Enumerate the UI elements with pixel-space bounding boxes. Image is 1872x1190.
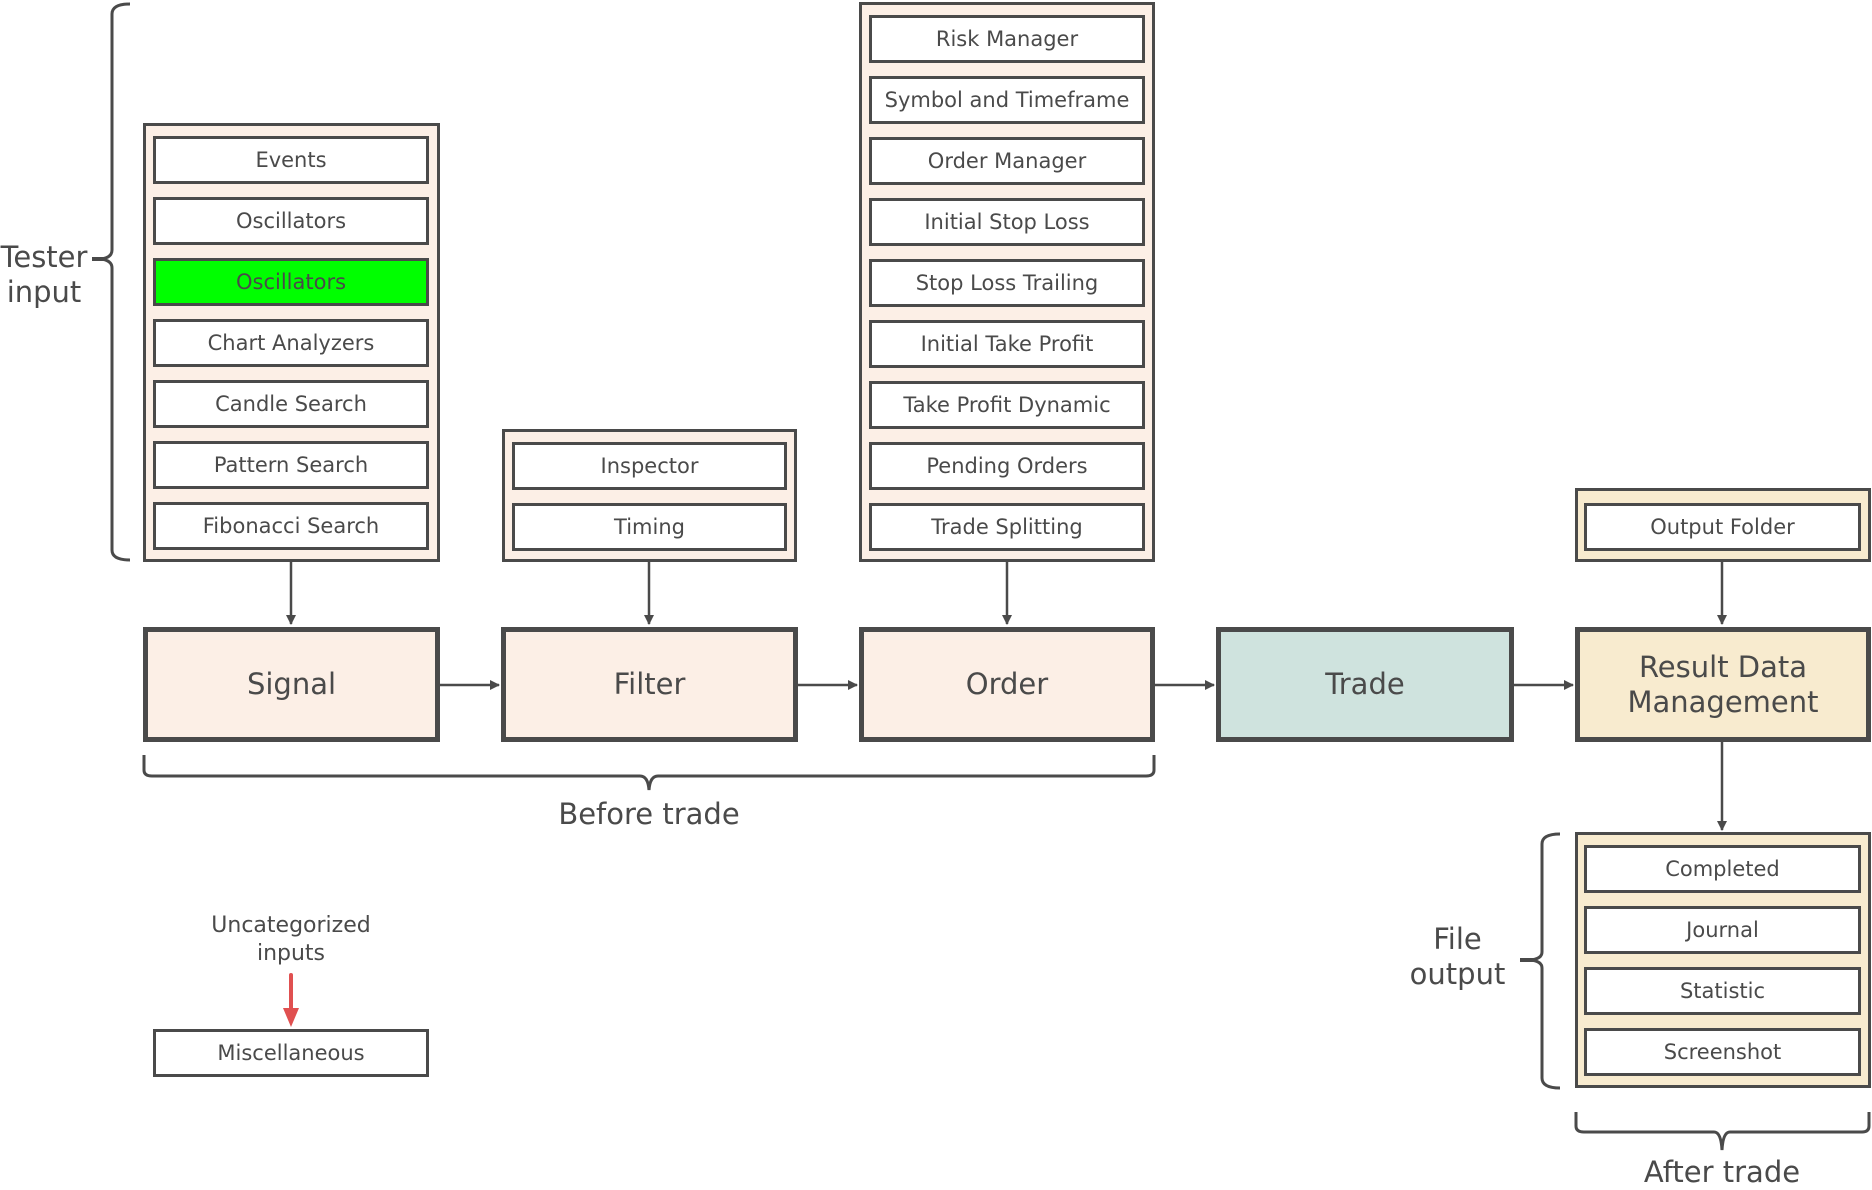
miscellaneous-box[interactable]: Miscellaneous — [153, 1029, 429, 1077]
order-input-item[interactable]: Initial Take Profit — [869, 320, 1145, 368]
signal-input-item-label: Oscillators — [235, 209, 347, 233]
red-arrowhead — [283, 1008, 299, 1027]
file-output-brace — [1529, 832, 1561, 1090]
file-output-item[interactable]: Screenshot — [1584, 1028, 1861, 1076]
signal-input-item-label: Fibonacci Search — [202, 514, 380, 538]
tester-input-brace — [99, 2, 131, 562]
output-folder-item[interactable]: Output Folder — [1584, 503, 1861, 551]
order-input-item[interactable]: Pending Orders — [869, 442, 1145, 490]
signal-input-item[interactable]: Candle Search — [153, 380, 429, 428]
file-output-item-label: Journal — [1686, 918, 1759, 942]
stage-trade-label: Trade — [1325, 667, 1405, 702]
signal-input-item[interactable]: Events — [153, 136, 429, 184]
filter-input-item[interactable]: Timing — [512, 503, 787, 551]
file-output-item-label: Completed — [1665, 857, 1780, 881]
signal-input-item[interactable]: Chart Analyzers — [153, 319, 429, 367]
signal-input-item[interactable]: Pattern Search — [153, 441, 429, 489]
stage-filter-label: Filter — [613, 667, 686, 702]
before-trade-label: Before trade — [558, 797, 740, 831]
stage-result-data-management[interactable]: Result Data Management — [1575, 627, 1871, 742]
signal-input-item-label: Pattern Search — [213, 453, 369, 477]
order-input-item-label: Initial Stop Loss — [924, 210, 1090, 234]
tester-input-label: Tester input — [0, 240, 88, 309]
order-input-item[interactable]: Take Profit Dynamic — [869, 381, 1145, 429]
after-trade-brace — [1574, 1112, 1871, 1151]
signal-input-item-label: Oscillators — [235, 270, 347, 294]
file-output-item-label: Statistic — [1679, 979, 1766, 1003]
stage-order[interactable]: Order — [859, 627, 1155, 742]
order-input-item-label: Pending Orders — [926, 454, 1088, 478]
filter-input-item-label: Inspector — [600, 454, 699, 478]
stage-trade[interactable]: Trade — [1216, 627, 1514, 742]
stage-signal[interactable]: Signal — [143, 627, 440, 742]
order-input-item-label: Order Manager — [927, 149, 1087, 173]
filter-input-item[interactable]: Inspector — [512, 442, 787, 490]
signal-input-item-label: Candle Search — [215, 392, 367, 416]
file-output-item[interactable]: Journal — [1584, 906, 1861, 954]
order-input-item[interactable]: Stop Loss Trailing — [869, 259, 1145, 307]
stage-filter[interactable]: Filter — [501, 627, 798, 742]
order-input-item-label: Symbol and Timeframe — [884, 88, 1130, 112]
miscellaneous-label: Miscellaneous — [217, 1041, 365, 1065]
order-input-item[interactable]: Trade Splitting — [869, 503, 1145, 551]
signal-input-item-label: Events — [255, 148, 327, 172]
order-input-item-label: Initial Take Profit — [920, 332, 1094, 356]
order-input-item[interactable]: Risk Manager — [869, 15, 1145, 63]
uncategorized-inputs-label: Uncategorized inputs — [211, 913, 371, 966]
stage-signal-label: Signal — [246, 667, 337, 702]
stage-order-label: Order — [965, 667, 1049, 702]
order-input-item[interactable]: Symbol and Timeframe — [869, 76, 1145, 124]
file-output-item[interactable]: Statistic — [1584, 967, 1861, 1015]
order-input-item-label: Trade Splitting — [931, 515, 1083, 539]
file-output-item[interactable]: Completed — [1584, 845, 1861, 893]
signal-input-item[interactable]: Fibonacci Search — [153, 502, 429, 550]
signal-input-item-label: Chart Analyzers — [207, 331, 375, 355]
stage-result-label: Result Data Management — [1627, 649, 1819, 719]
file-output-label: File output — [1409, 922, 1506, 991]
filter-input-item-label: Timing — [614, 515, 685, 539]
file-output-item-label: Screenshot — [1663, 1040, 1782, 1064]
order-input-item-label: Risk Manager — [935, 27, 1079, 51]
output-folder-item-label: Output Folder — [1650, 515, 1795, 539]
before-trade-brace — [142, 755, 1156, 791]
order-input-item-label: Take Profit Dynamic — [903, 393, 1111, 417]
signal-input-item[interactable]: Oscillators — [153, 258, 429, 306]
order-input-item[interactable]: Order Manager — [869, 137, 1145, 185]
order-input-item[interactable]: Initial Stop Loss — [869, 198, 1145, 246]
order-input-item-label: Stop Loss Trailing — [915, 271, 1099, 295]
signal-input-item[interactable]: Oscillators — [153, 197, 429, 245]
